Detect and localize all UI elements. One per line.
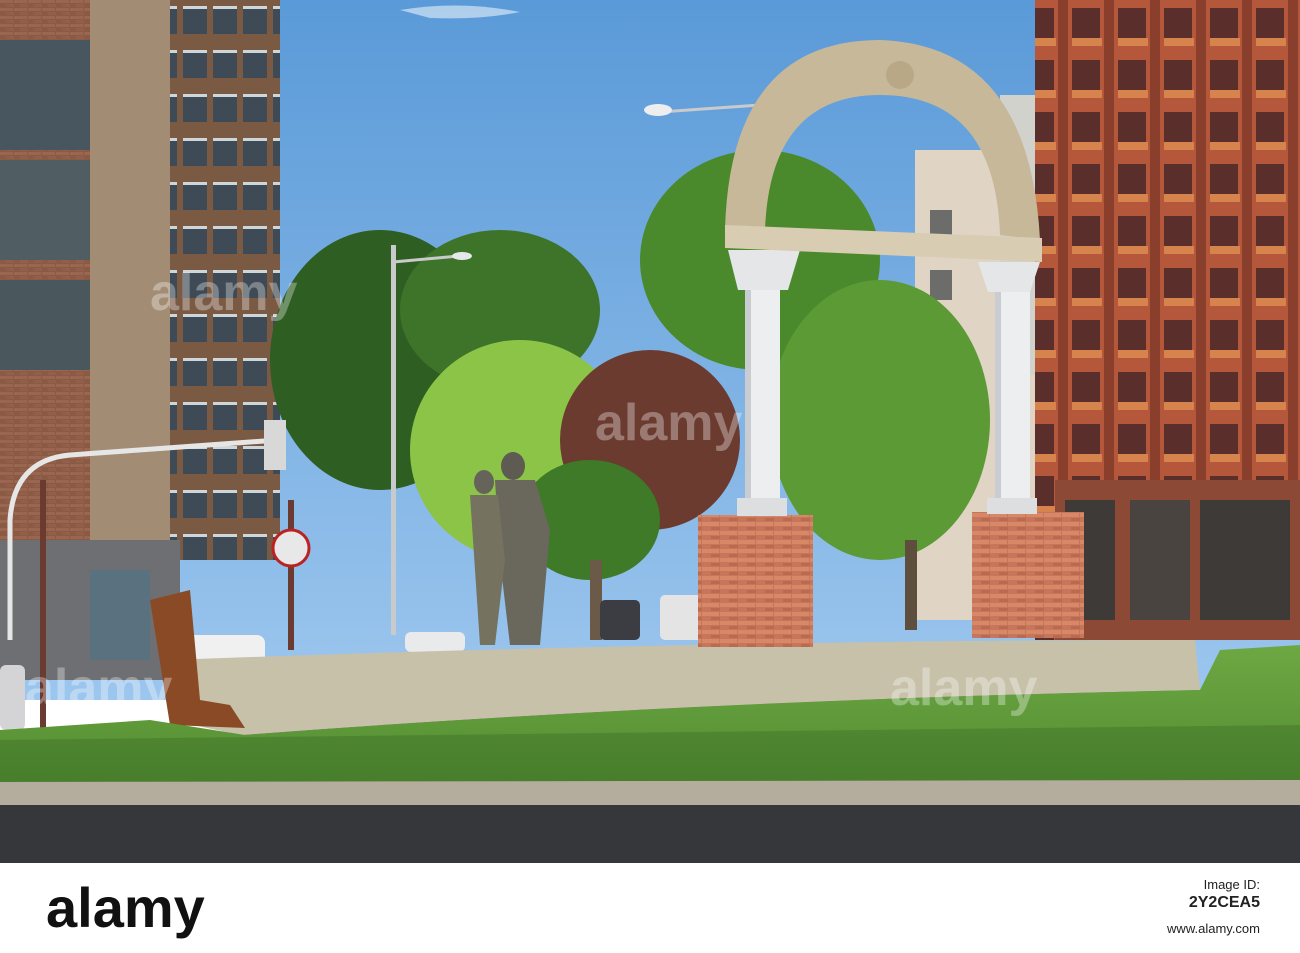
alamy-logo: alamy xyxy=(46,876,205,939)
cobble-curb xyxy=(0,780,1300,808)
image-id-label: Image ID: xyxy=(1203,877,1260,892)
image-id-value: 2Y2CEA5 xyxy=(1188,894,1260,911)
image-id-block: Image ID: 2Y2CEA5 xyxy=(1060,877,1260,912)
stock-footer: alamy Image ID: 2Y2CEA5 www.alamy.com xyxy=(0,863,1300,953)
stock-photo-page: alamy alamy alamy alamy alamy Image ID: … xyxy=(0,0,1300,953)
site-url[interactable]: www.alamy.com xyxy=(1060,921,1260,936)
right-pedestal xyxy=(972,512,1084,638)
roundabout-photo xyxy=(0,0,1300,863)
left-pedestal xyxy=(698,515,813,647)
road xyxy=(0,805,1300,863)
svg-text:alamy: alamy xyxy=(46,876,205,939)
